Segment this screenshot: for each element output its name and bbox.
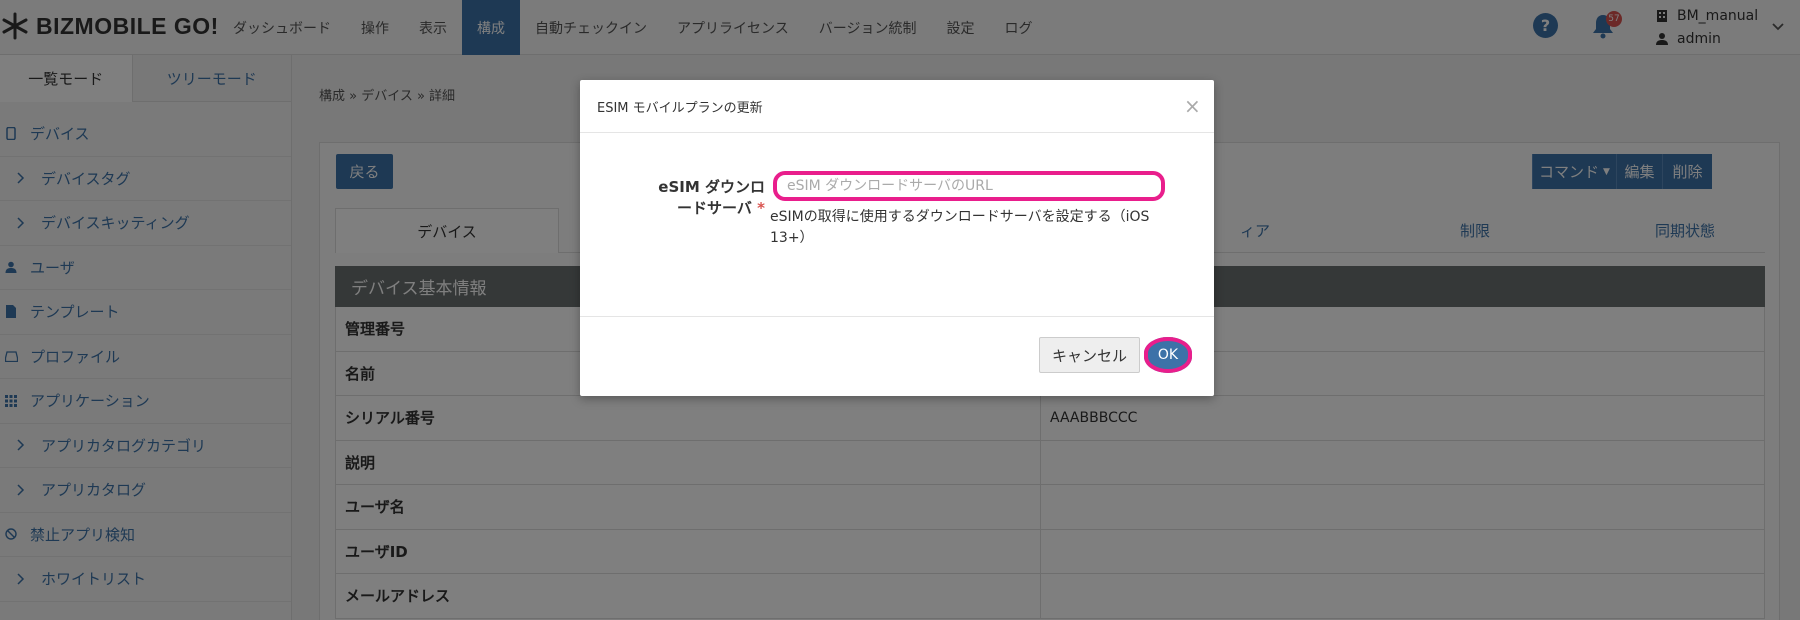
- field-label-line2: ードサーバ: [677, 199, 752, 217]
- field-label-line1: eSIM ダウンロ: [658, 178, 765, 196]
- required-mark: *: [757, 199, 765, 217]
- modal-footer-divider: [580, 316, 1214, 317]
- esim-update-modal: ESIM モバイルプランの更新 × eSIM ダウンロ ードサーバ * eSIM…: [580, 80, 1214, 396]
- esim-server-help-text: eSIMの取得に使用するダウンロードサーバを設定する（iOS 13+）: [770, 209, 1150, 246]
- modal-header-divider: [580, 132, 1214, 133]
- close-icon[interactable]: ×: [1184, 94, 1201, 118]
- ok-button[interactable]: OK: [1144, 337, 1192, 373]
- esim-server-label: eSIM ダウンロ ードサーバ *: [630, 177, 765, 219]
- cancel-button[interactable]: キャンセル: [1039, 337, 1140, 373]
- esim-server-url-input[interactable]: [773, 171, 1165, 201]
- modal-title: ESIM モバイルプランの更新: [597, 101, 763, 116]
